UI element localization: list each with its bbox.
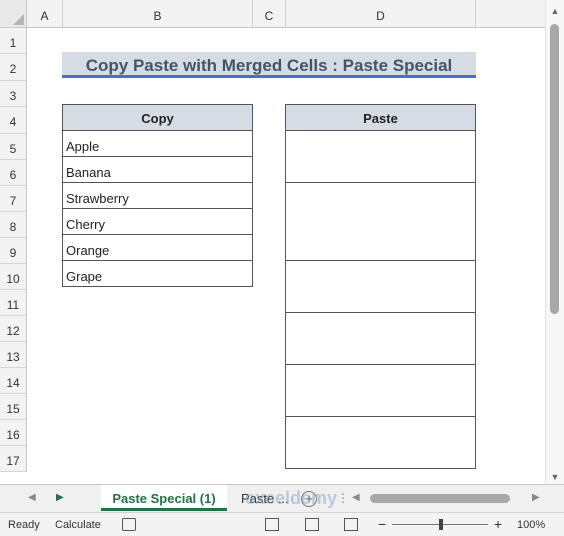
copy-cell[interactable]: Strawberry [62,183,253,209]
row-header-11[interactable]: 11 [0,290,27,316]
copy-cell[interactable]: Grape [62,261,253,287]
row-header-1[interactable]: 1 [0,28,27,54]
page-layout-view-icon[interactable] [305,518,319,531]
paste-cell[interactable] [285,261,476,313]
copy-cell[interactable]: Banana [62,157,253,183]
row-header-14[interactable]: 14 [0,368,27,394]
copy-cell[interactable]: Apple [62,131,253,157]
scroll-up-icon[interactable]: ▲ [546,6,564,16]
more-options-icon[interactable]: ⋮ [337,491,349,505]
scroll-down-icon[interactable]: ▼ [546,472,564,482]
watermark-logo: exceldemy [245,488,338,508]
select-all-triangle-icon [13,14,24,25]
normal-view-icon[interactable] [265,518,279,531]
status-calculate[interactable]: Calculate [55,519,101,531]
vertical-scrollbar[interactable]: ▲ ▼ [545,0,564,484]
row-header-13[interactable]: 13 [0,342,27,368]
row-header-3[interactable]: 3 [0,81,27,107]
worksheet-grid[interactable]: A B C D 1 2 3 4 5 6 7 8 9 10 11 12 13 14… [0,0,545,484]
row-header-2[interactable]: 2 [0,54,27,81]
paste-cell[interactable] [285,313,476,365]
column-header-a[interactable]: A [27,0,63,28]
paste-cell[interactable] [285,365,476,417]
horizontal-scroll-thumb[interactable] [370,494,510,503]
tab-prev-icon[interactable]: ◀ [28,492,36,503]
row-header-9[interactable]: 9 [0,238,27,264]
column-header-empty [476,0,545,28]
paste-header[interactable]: Paste [285,104,476,131]
row-header-4[interactable]: 4 [0,107,27,134]
column-header-b[interactable]: B [63,0,253,28]
zoom-out-button[interactable]: − [378,516,386,532]
paste-cell[interactable] [285,417,476,469]
copy-header[interactable]: Copy [62,104,253,131]
row-header-17[interactable]: 17 [0,446,27,472]
row-header-10[interactable]: 10 [0,264,27,290]
status-bar: Ready Calculate − + 100% [0,512,564,536]
row-header-7[interactable]: 7 [0,186,27,212]
row-header-12[interactable]: 12 [0,316,27,342]
paste-cell[interactable] [285,131,476,183]
paste-cell[interactable] [285,183,476,261]
copy-cell[interactable]: Orange [62,235,253,261]
hscroll-left-icon[interactable]: ◀ [352,492,360,503]
row-header-6[interactable]: 6 [0,160,27,186]
row-header-5[interactable]: 5 [0,134,27,160]
row-header-15[interactable]: 15 [0,394,27,420]
select-all-corner[interactable] [0,0,27,28]
horizontal-scrollbar[interactable] [362,494,532,504]
status-ready: Ready [8,519,40,531]
zoom-slider-knob[interactable] [439,519,443,530]
tab-next-icon[interactable]: ▶ [56,492,64,503]
tab-paste-special-1[interactable]: Paste Special (1) [101,485,227,511]
vertical-scroll-thumb[interactable] [550,24,559,314]
copy-cell[interactable]: Cherry [62,209,253,235]
row-header-8[interactable]: 8 [0,212,27,238]
column-header-c[interactable]: C [253,0,286,28]
column-header-d[interactable]: D [286,0,476,28]
zoom-in-button[interactable]: + [494,516,502,532]
hscroll-right-icon[interactable]: ▶ [532,492,540,503]
row-header-16[interactable]: 16 [0,420,27,446]
sheet-title[interactable]: Copy Paste with Merged Cells : Paste Spe… [62,52,476,78]
accessibility-icon[interactable] [122,518,136,531]
page-break-view-icon[interactable] [344,518,358,531]
zoom-level[interactable]: 100% [517,519,545,531]
